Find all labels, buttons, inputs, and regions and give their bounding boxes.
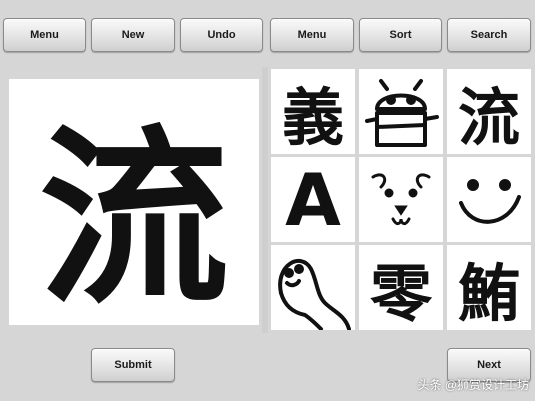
thumbnail-text: 零: [369, 256, 432, 330]
thumbnail-letter-a[interactable]: A: [271, 157, 355, 242]
thumbnail-robot-drawing[interactable]: [359, 69, 443, 154]
thumbnail-ghost-drawing[interactable]: [271, 245, 355, 330]
menu-button[interactable]: Menu: [3, 18, 86, 52]
thumbnail-smiley-face[interactable]: [447, 157, 531, 242]
thumbnail-glyph-liu[interactable]: 流: [447, 69, 531, 154]
dog-face-icon: [371, 173, 431, 226]
undo-button[interactable]: Undo: [180, 18, 263, 52]
thumbnail-glyph-ling[interactable]: 零: [359, 245, 443, 330]
canvas-glyph: 流: [38, 106, 229, 330]
thumbnail-glyph-wei[interactable]: 鮪: [447, 245, 531, 330]
menu-button-2[interactable]: Menu: [270, 18, 354, 52]
new-button[interactable]: New: [91, 18, 175, 52]
sort-button[interactable]: Sort: [359, 18, 442, 52]
thumbnail-text: 流: [457, 80, 520, 154]
drawing-canvas[interactable]: 流: [9, 79, 259, 330]
thumbnail-text: 義: [281, 80, 344, 154]
robot-icon: [365, 79, 439, 147]
submit-button[interactable]: Submit: [91, 348, 175, 382]
smiley-icon: [459, 179, 521, 224]
thumbnail-text: 鮪: [457, 256, 520, 330]
search-button[interactable]: Search: [447, 18, 531, 52]
thumbnail-text: A: [285, 157, 341, 242]
thumbnail-glyph-yi[interactable]: 義: [271, 69, 355, 154]
ghost-icon: [278, 259, 351, 330]
thumbnail-dog-face[interactable]: [359, 157, 443, 242]
watermark-text: 头条 @狮赏设计工坊: [417, 378, 529, 392]
panel-divider: [262, 67, 268, 333]
